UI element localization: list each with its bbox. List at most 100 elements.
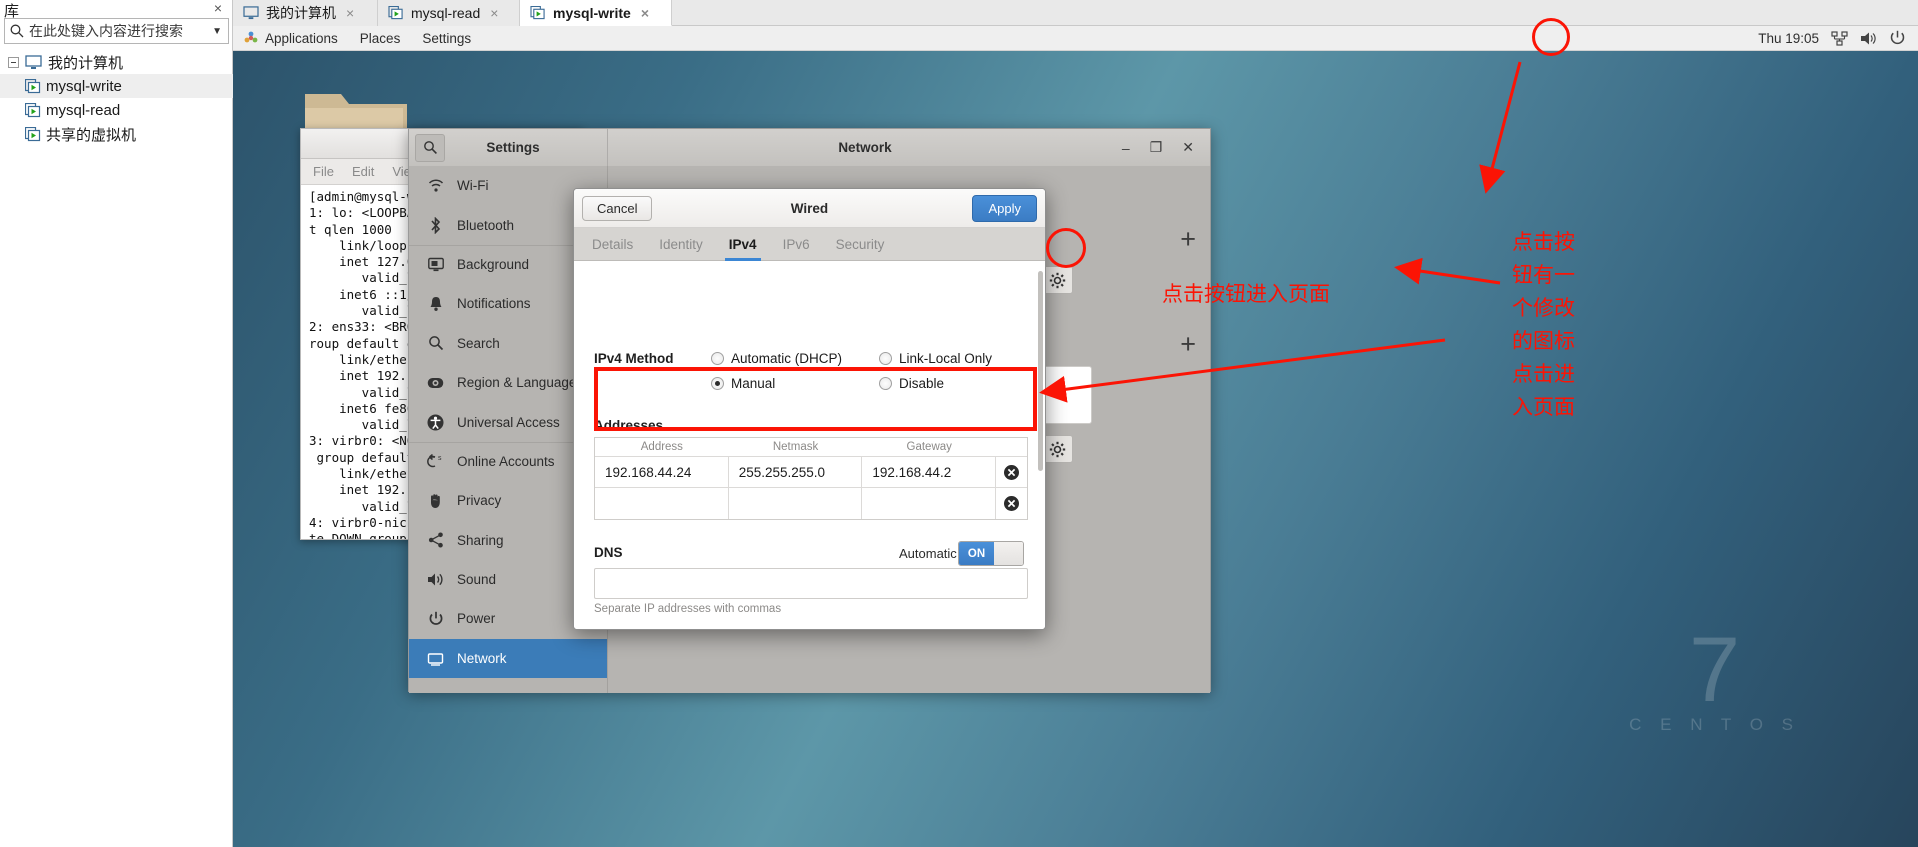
background-icon [427,256,444,273]
sidebar-item-label: Search [457,335,500,351]
delete-address-button-0[interactable] [996,457,1027,487]
sound-icon [427,571,444,588]
radio-automatic-dhcp[interactable]: Automatic (DHCP) [711,351,842,366]
apply-button[interactable]: Apply [972,194,1037,222]
tree-item-shared-vms[interactable]: 共享的虚拟机 [0,122,233,146]
tab-details[interactable]: Details [592,228,633,261]
gateway-input-1[interactable] [862,488,997,519]
tree-item-mysql-read[interactable]: mysql-read [0,98,233,122]
power-icon[interactable] [1889,30,1906,46]
delete-icon [1004,464,1020,480]
column-header-address: Address [640,441,683,453]
library-search-input[interactable]: 在此处键入内容进行搜索 [25,21,212,41]
close-button[interactable]: ✕ [1182,139,1194,156]
settings-header: Settings Network – ❐ ✕ [409,129,1210,166]
addresses-table-header: Address Netmask Gateway [595,438,1027,457]
clock[interactable]: Thu 19:05 [1758,31,1819,46]
settings-header-left: Settings [409,129,608,166]
dns-input[interactable] [594,568,1028,599]
close-icon[interactable]: × [346,5,354,21]
radio-link-local-only[interactable]: Link-Local Only [879,351,992,366]
centos-logo: 7 C E N T O S [1629,624,1800,735]
addresses-label: Addresses [594,418,664,433]
add-connection-button-2[interactable]: + [1180,329,1196,360]
expander-icon[interactable] [8,56,19,68]
tree-item-mysql-write[interactable]: mysql-write [0,74,233,98]
chevron-down-icon[interactable]: ▼ [212,26,224,37]
dialog-scrollbar[interactable] [1038,271,1043,471]
netmask-input-1[interactable] [729,488,863,519]
radio-label: Manual [731,376,776,391]
library-close-button[interactable]: × [214,0,222,16]
tab-mysql-read[interactable]: mysql-read × [378,0,520,26]
menu-applications[interactable]: Applications [233,31,349,46]
cancel-button[interactable]: Cancel [582,195,653,221]
dns-automatic-toggle[interactable]: ON [958,541,1024,566]
library-search-box[interactable]: 在此处键入内容进行搜索 ▼ [4,18,229,44]
applications-icon [244,31,258,43]
search-icon [10,24,24,38]
accessibility-icon [427,414,444,431]
tab-ipv4[interactable]: IPv4 [724,228,761,261]
terminal-menu-edit[interactable]: Edit [352,164,374,179]
tree-item-my-computer[interactable]: 我的计算机 [0,50,233,74]
settings-title: Settings [486,140,540,155]
tab-ipv6[interactable]: IPv6 [783,228,810,261]
terminal-menu-file[interactable]: File [313,164,334,179]
menu-applications-label: Applications [265,30,338,46]
vmware-tab-strip: 我的计算机 × mysql-read × mysql-write × [233,0,1918,26]
volume-icon[interactable] [1860,31,1877,46]
privacy-icon [427,492,444,509]
address-input-1[interactable] [595,488,729,519]
sidebar-item-label: Universal Access [457,414,560,430]
sidebar-item-label: Privacy [457,493,502,509]
settings-header-right: Network – ❐ ✕ [608,129,1210,166]
annotation-note-right: 点击按 钮有一 个修改 的图标 点击进 入页面 [1512,230,1575,419]
gear-icon [1049,272,1065,288]
tab-mysql-write[interactable]: mysql-write × [520,0,672,26]
sidebar-item-label: Sharing [457,532,504,548]
sidebar-item-label: Power [457,611,496,627]
menu-places[interactable]: Places [349,31,412,46]
gear-button-highlight-ring [1046,228,1086,268]
vm-icon [25,126,41,141]
radio-label: Automatic (DHCP) [731,351,843,366]
svg-text:s: s [438,455,442,462]
address-input-0[interactable]: 192.168.44.24 [595,457,729,487]
sidebar-item-label: Bluetooth [457,217,515,233]
dns-hint: Separate IP addresses with commas [594,603,782,615]
gnome-top-bar: Applications Places Settings Thu 19:05 [233,26,1918,51]
close-icon[interactable]: × [641,5,649,21]
region-icon [427,374,444,391]
settings-search-button[interactable] [415,133,445,162]
vm-icon [530,5,545,19]
power-icon [427,610,444,627]
radio-manual[interactable]: Manual [711,376,775,391]
tab-my-computer[interactable]: 我的计算机 × [233,0,378,26]
vmware-library-panel: 库 × 在此处键入内容进行搜索 ▼ 我的计算机 mysql-write mysq… [0,0,233,847]
netmask-input-0[interactable]: 255.255.255.0 [729,457,863,487]
minimize-button[interactable]: – [1122,140,1130,156]
system-tray: Thu 19:05 [1758,30,1918,46]
maximize-button[interactable]: ❐ [1150,139,1163,156]
wired-dialog-tabs: Details Identity IPv4 IPv6 Security [574,228,1045,261]
sidebar-item-network[interactable]: Network [409,638,607,679]
online-accounts-icon: s [427,453,444,470]
close-icon[interactable]: × [490,5,498,21]
vm-icon [25,102,41,117]
delete-address-button-1[interactable] [996,488,1027,519]
column-header-gateway: Gateway [906,441,952,453]
add-connection-button-1[interactable]: + [1180,224,1196,255]
tab-identity[interactable]: Identity [659,228,703,261]
dns-automatic-label: Automatic [899,546,957,561]
radio-disable[interactable]: Disable [879,376,944,391]
centos-logo-name: C E N T O S [1629,715,1800,734]
gateway-input-0[interactable]: 192.168.44.2 [862,457,997,487]
network-icon[interactable] [1831,30,1848,46]
radio-circle [711,352,724,365]
monitor-icon [243,6,259,20]
tab-security[interactable]: Security [836,228,885,261]
sharing-icon [427,532,444,549]
menu-settings[interactable]: Settings [411,31,482,46]
tree-item-label: mysql-write [46,77,122,95]
